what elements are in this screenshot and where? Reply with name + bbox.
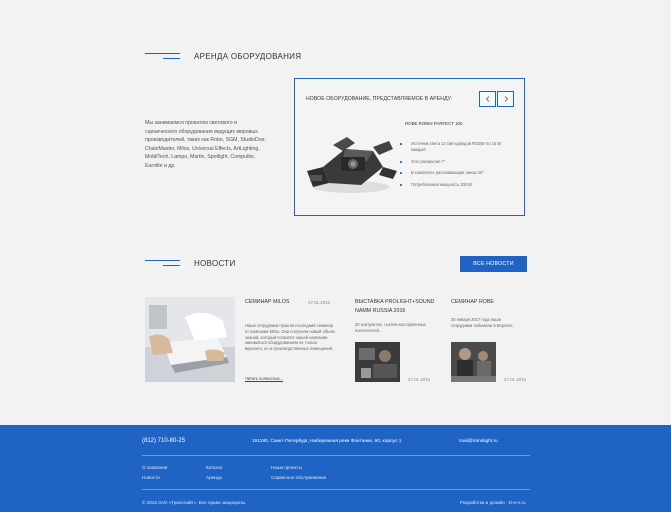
rental-title: АРЕНДА ОБОРУДОВАНИЯ <box>194 52 302 61</box>
news-date-milos: 27.01.2016 <box>308 300 330 305</box>
news-title-robe[interactable]: СЕМИНАР ROBE <box>451 298 494 307</box>
news-date-prolight: 27.01.2016 <box>408 377 430 382</box>
footer-email[interactable]: mail@translight.ru <box>459 439 498 444</box>
product-spec: В комплекте рассеивающая линза 40° <box>400 170 505 176</box>
news-text-robe: 30 января 2017 года наши сотрудники побы… <box>451 317 514 328</box>
product-spec: Угол раскрытия 7° <box>400 159 505 165</box>
news-title-prolight[interactable]: ВЫСТАВКА PROLIGHT+SOUND NAMM RUSSIA 2016 <box>355 298 440 315</box>
news-title-line-2 <box>163 265 180 266</box>
footer-link-projects[interactable]: Наши проекты <box>271 465 302 470</box>
product-spec-text: Потребляемая мощность 200 Вт <box>411 182 473 187</box>
rental-about-text: Мы занимаемся прокатом светового и сцени… <box>145 120 267 169</box>
chevron-right-icon <box>504 96 508 102</box>
news-title-line-1 <box>145 260 180 261</box>
product-image <box>307 137 397 193</box>
product-spec-text: В комплекте рассеивающая линза 40° <box>411 170 484 175</box>
product-spec-text: Угол раскрытия 7° <box>411 159 446 164</box>
chevron-left-icon <box>485 96 489 102</box>
news-title-milos[interactable]: СЕМИНАР MILOS <box>245 298 289 307</box>
rental-slider-heading: НОВОЕ ОБОРУДОВАНИЕ, ПРЕДСТАВЛЯЕМОЕ В АРЕ… <box>306 96 453 102</box>
footer: (812) 710-80-25 191180, Санкт-Петербург,… <box>0 425 671 512</box>
slider-next-button[interactable] <box>497 91 514 107</box>
rental-slider: НОВОЕ ОБОРУДОВАНИЕ, ПРЕДСТАВЛЯЕМОЕ В АРЕ… <box>294 78 525 216</box>
product-spec: Потребляемая мощность 200 Вт <box>400 182 505 188</box>
slider-prev-button[interactable] <box>479 91 496 107</box>
news-thumb-prolight[interactable] <box>355 342 400 382</box>
footer-link-about[interactable]: О компании <box>142 465 167 470</box>
product-spec: Источник света 12 светодиодов RGBW по 15… <box>400 141 505 153</box>
news-text-prolight: 30 контрактов, тысячи восторженных посет… <box>355 322 426 333</box>
news-text-milos: Наши сотрудники прошли последний семинар… <box>245 323 335 352</box>
footer-link-rental[interactable]: Аренда <box>206 475 222 480</box>
rental-title-line-1 <box>145 53 180 54</box>
footer-link-service[interactable]: Сервисное обслуживание <box>271 475 326 480</box>
all-news-button[interactable]: ВСЕ НОВОСТИ <box>460 256 527 272</box>
read-more-link[interactable]: Читать полностью... <box>245 376 283 381</box>
footer-phone[interactable]: (812) 710-80-25 <box>142 438 185 444</box>
footer-address: 191180, Санкт-Петербург, Набережная реки… <box>252 439 402 444</box>
footer-link-catalog[interactable]: Каталог <box>206 465 223 470</box>
news-image-milos[interactable] <box>145 297 235 382</box>
footer-copyright: © 2016 ЗАО «Транслайт». Все права защище… <box>142 500 247 505</box>
news-date-robe: 27.01.2016 <box>504 377 526 382</box>
footer-divider-bottom <box>142 489 530 490</box>
product-name: ROBE ROBIN PARFECT 100 <box>405 121 463 126</box>
news-title: НОВОСТИ <box>194 259 236 268</box>
footer-link-news[interactable]: Новости <box>142 475 160 480</box>
rental-title-line-2 <box>163 58 180 59</box>
footer-developer-link[interactable]: Разработка и дизайн - D-e-n.ru <box>460 500 526 505</box>
product-spec-text: Источник света 12 светодиодов RGBW по 15… <box>411 141 502 152</box>
news-thumb-robe[interactable] <box>451 342 496 382</box>
footer-divider-top <box>142 455 530 456</box>
